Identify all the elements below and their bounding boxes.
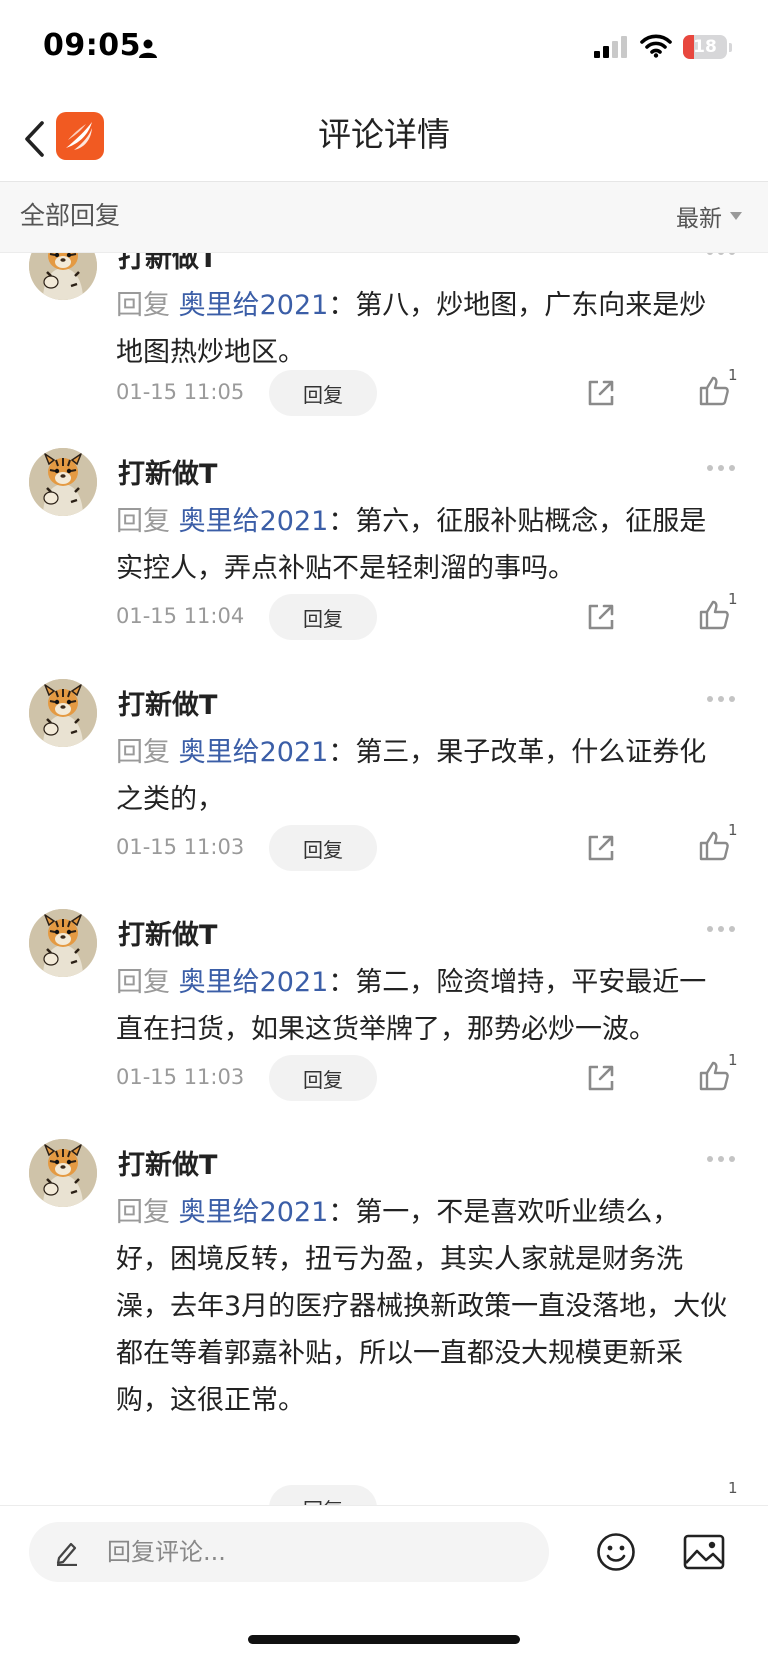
reply-button[interactable]: 回复 xyxy=(269,825,377,871)
comment-text: 回复 奥里给2021：第六，征服补贴概念，征服是实控人，弄点补贴不是轻刺溜的事吗… xyxy=(116,498,730,592)
battery-level: 18 xyxy=(693,37,717,57)
pencil-icon xyxy=(56,1542,77,1566)
back-icon xyxy=(25,121,44,157)
more-icon[interactable] xyxy=(706,695,736,703)
more-icon[interactable] xyxy=(706,464,736,472)
avatar[interactable] xyxy=(29,253,97,300)
mention-separator: ： xyxy=(328,290,356,321)
comment-text: 回复 奥里给2021：第八，炒地图，广东向来是炒地图热炒地区。 xyxy=(116,282,730,376)
status-time: 09:05 xyxy=(43,28,141,63)
reply-mention[interactable]: 奥里给2021 xyxy=(179,967,329,998)
filter-bar: 全部回复 最新 xyxy=(0,182,768,253)
avatar[interactable] xyxy=(29,1139,97,1207)
avatar[interactable] xyxy=(29,679,97,747)
reply-prefix: 回复 xyxy=(116,737,170,768)
like-icon[interactable] xyxy=(698,1060,730,1092)
signal-icon xyxy=(594,36,627,58)
back-button[interactable] xyxy=(14,114,54,164)
sort-dropdown[interactable]: 最新 xyxy=(676,182,742,250)
nav-header: 评论详情 xyxy=(0,100,768,182)
reply-prefix: 回复 xyxy=(116,290,170,321)
share-icon[interactable] xyxy=(586,602,616,632)
app-logo[interactable] xyxy=(56,112,104,160)
tiger-avatar-icon xyxy=(29,679,97,747)
mention-separator: ： xyxy=(328,1197,356,1228)
tiger-avatar-icon xyxy=(29,1139,97,1207)
image-icon[interactable] xyxy=(683,1534,725,1570)
avatar[interactable] xyxy=(29,448,97,516)
wifi-icon xyxy=(640,34,672,58)
comment-item: 打新做T 回复 奥里给2021：第六，征服补贴概念，征服是实控人，弄点补贴不是轻… xyxy=(0,448,768,690)
mention-separator: ： xyxy=(328,737,356,768)
reply-input[interactable]: 回复评论... xyxy=(29,1522,549,1582)
reply-button[interactable]: 回复 xyxy=(269,594,377,640)
like-count: 1 xyxy=(728,366,738,384)
comment-item: 打新做T 回复 奥里给2021：第一，不是喜欢听业绩么，好，困境反转，扭亏为盈，… xyxy=(0,1139,768,1505)
username[interactable]: 打新做T xyxy=(118,683,217,722)
more-icon[interactable] xyxy=(706,925,736,933)
tiger-avatar-icon xyxy=(29,909,97,977)
username[interactable]: 打新做T xyxy=(118,452,217,491)
like-count: 1 xyxy=(728,821,738,839)
app-logo-icon xyxy=(66,122,92,150)
share-icon[interactable] xyxy=(586,1063,616,1093)
reply-input-placeholder: 回复评论... xyxy=(107,1538,226,1566)
reply-prefix: 回复 xyxy=(116,967,170,998)
username[interactable]: 打新做T xyxy=(118,913,217,952)
share-icon[interactable] xyxy=(586,378,616,408)
person-icon xyxy=(139,39,157,58)
comment-time: 01-15 11:05 xyxy=(116,380,245,404)
comment-item: 打新做T 回复 奥里给2021：第八，炒地图，广东向来是炒地图热炒地区。 01-… xyxy=(0,253,768,474)
comment-time: 01-15 11:03 xyxy=(116,1065,245,1089)
like-count: 1 xyxy=(728,590,738,608)
reply-prefix: 回复 xyxy=(116,1197,170,1228)
tiger-avatar-icon xyxy=(29,448,97,516)
home-indicator xyxy=(248,1635,520,1644)
more-icon[interactable] xyxy=(706,1155,736,1163)
reply-button[interactable]: 回复 xyxy=(269,1485,377,1505)
like-icon[interactable] xyxy=(698,375,730,407)
mention-separator: ： xyxy=(328,506,356,537)
reply-mention[interactable]: 奥里给2021 xyxy=(179,1197,329,1228)
username[interactable]: 打新做T xyxy=(118,253,217,275)
more-icon[interactable] xyxy=(706,253,736,256)
like-count: 1 xyxy=(728,1051,738,1069)
comment-time: 01-15 11:03 xyxy=(116,835,245,859)
like-icon[interactable] xyxy=(698,830,730,862)
reply-mention[interactable]: 奥里给2021 xyxy=(179,506,329,537)
emoji-icon[interactable] xyxy=(596,1532,636,1572)
reply-button[interactable]: 回复 xyxy=(269,370,377,416)
tiger-avatar-icon xyxy=(29,253,97,300)
like-icon[interactable] xyxy=(698,599,730,631)
sort-label: 最新 xyxy=(676,206,722,232)
reply-button[interactable]: 回复 xyxy=(269,1055,377,1101)
chevron-down-icon xyxy=(730,212,742,220)
comment-text: 回复 奥里给2021：第一，不是喜欢听业绩么，好，困境反转，扭亏为盈，其实人家就… xyxy=(116,1189,730,1424)
share-icon[interactable] xyxy=(586,833,616,863)
filter-label: 全部回复 xyxy=(20,201,121,230)
status-bar: 09:05 18 xyxy=(0,0,768,100)
avatar[interactable] xyxy=(29,909,97,977)
reply-mention[interactable]: 奥里给2021 xyxy=(179,737,329,768)
bottom-bar: 回复评论... xyxy=(0,1505,768,1664)
reply-mention[interactable]: 奥里给2021 xyxy=(179,290,329,321)
comment-item: 打新做T 回复 奥里给2021：第二，险资增持，平安最近一直在扫货，如果这货举牌… xyxy=(0,909,768,1151)
comment-text: 回复 奥里给2021：第二，险资增持，平安最近一直在扫货，如果这货举牌了，那势必… xyxy=(116,959,730,1053)
comment-time: 01-15 11:04 xyxy=(116,604,245,628)
comment-item: 打新做T 回复 奥里给2021：第三，果子改革，什么证券化之类的， 01-15 … xyxy=(0,679,768,921)
battery-tip xyxy=(729,43,732,52)
comment-body: 第一，不是喜欢听业绩么，好，困境反转，扭亏为盈，其实人家就是财务洗澡，去年3月的… xyxy=(116,1197,728,1416)
reply-prefix: 回复 xyxy=(116,506,170,537)
battery-indicator: 18 xyxy=(683,35,727,59)
page-title: 评论详情 xyxy=(318,115,450,154)
like-count: 1 xyxy=(728,1479,738,1497)
username[interactable]: 打新做T xyxy=(118,1143,217,1182)
comment-list[interactable]: 打新做T 回复 奥里给2021：第八，炒地图，广东向来是炒地图热炒地区。 01-… xyxy=(0,253,768,1505)
comment-text: 回复 奥里给2021：第三，果子改革，什么证券化之类的， xyxy=(116,729,730,823)
mention-separator: ： xyxy=(328,967,356,998)
